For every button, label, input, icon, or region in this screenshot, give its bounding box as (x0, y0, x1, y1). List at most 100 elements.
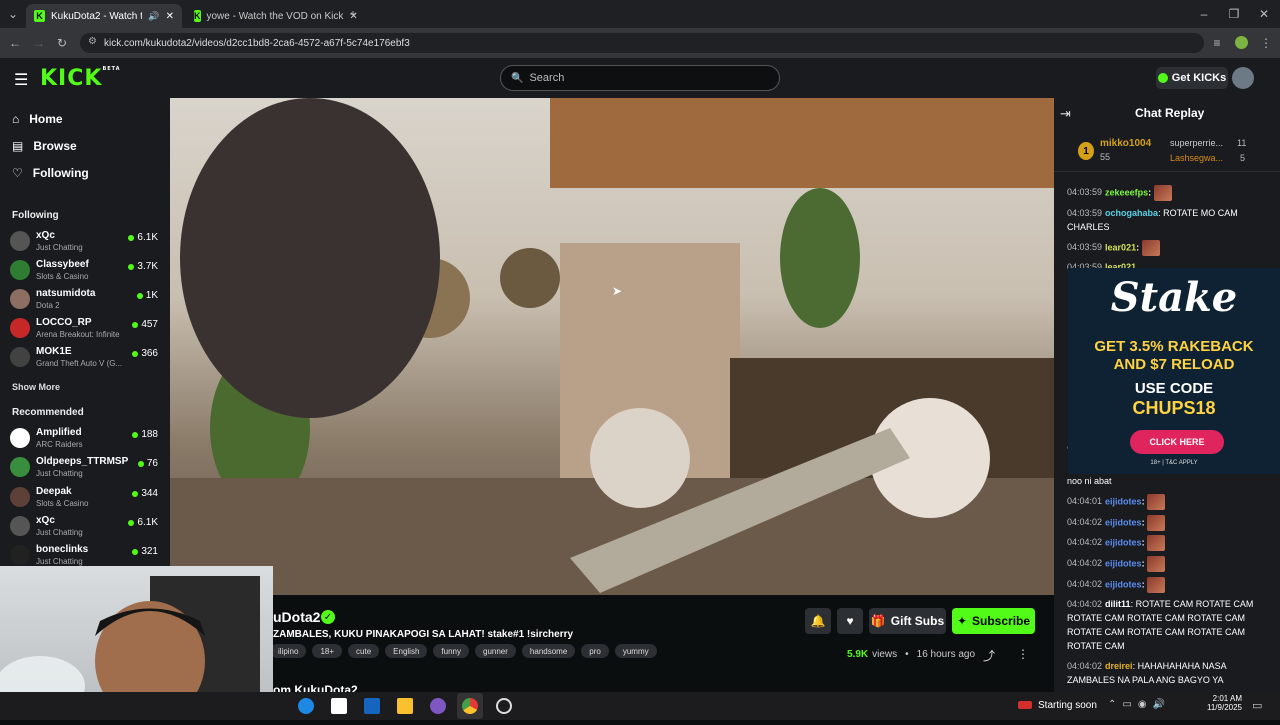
new-tab-icon[interactable]: + (344, 5, 362, 23)
leader-name[interactable]: Lashsegwa... (1170, 153, 1223, 163)
leader-name[interactable]: mikko1004 (1100, 138, 1151, 149)
stake-ad-overlay[interactable]: Stake GET 3.5% RAKEBACK AND $7 RELOAD US… (1068, 268, 1280, 474)
file-explorer-icon[interactable] (397, 698, 413, 714)
chat-message-text: noo ni abat (1067, 476, 1112, 486)
video-player[interactable] (170, 98, 1054, 595)
share-icon[interactable]: ⤴ (983, 647, 995, 664)
following-channel[interactable]: MOK1E Grand Theft Auto V (G... 366 (10, 344, 160, 372)
browser-tab-bar: ⌄ K KukuDota2 - Watch the VOD 🔊 ✕ K yowe… (0, 0, 1280, 28)
tag-pill[interactable]: gunner (475, 644, 516, 658)
recommended-channel[interactable]: Deepak Slots & Casino 344 (10, 484, 160, 512)
chat-message: 04:04:02 eijidotes: (1067, 515, 1267, 531)
reload-icon[interactable]: ↻ (53, 34, 71, 52)
avatar (10, 318, 30, 338)
user-avatar[interactable] (1232, 67, 1254, 89)
audio-icon[interactable]: 🔊 (148, 11, 159, 22)
menu-kebab-icon[interactable]: ⋮ (1257, 34, 1275, 52)
avatar (10, 231, 30, 251)
nav-following[interactable]: ♡ Following (12, 166, 89, 180)
more-options-icon[interactable]: ⋮ (1017, 647, 1029, 661)
site-info-icon[interactable]: ⚙ (88, 36, 97, 47)
gift-subs-button[interactable]: 🎁 Gift Subs (869, 608, 946, 634)
tag-pill[interactable]: handsome (521, 644, 576, 658)
get-kicks-button[interactable]: Get KICKs (1156, 67, 1228, 89)
avatar (10, 545, 30, 565)
mail-icon[interactable] (364, 698, 380, 714)
notification-icon[interactable]: ▭ (1252, 699, 1262, 712)
tab-kukudota2[interactable]: K KukuDota2 - Watch the VOD 🔊 ✕ (26, 4, 182, 28)
mouse-cursor-icon: ➤ (612, 284, 623, 298)
leader-count: 55 (1100, 152, 1111, 162)
heart-icon: ♥ (846, 614, 854, 628)
url-field[interactable]: ⚙ kick.com/kukudota2/videos/d2cc1bd8-2ca… (80, 33, 1204, 53)
nav-home[interactable]: ⌂ Home (12, 112, 63, 126)
edge-icon[interactable] (298, 698, 314, 714)
verified-icon: ✓ (321, 610, 335, 624)
avatar (10, 487, 30, 507)
tab-search-icon[interactable]: ⌄ (4, 5, 22, 23)
bell-icon: 🔔 (810, 614, 826, 628)
leader-name[interactable]: superperrie... (1170, 138, 1223, 148)
following-channel[interactable]: natsumidota Dota 2 1K (10, 286, 160, 314)
store-icon[interactable] (331, 698, 347, 714)
extensions-icon[interactable]: ≡ (1208, 34, 1226, 52)
tab-title: KukuDota2 - Watch the VOD (50, 10, 143, 22)
emote-image (1147, 577, 1166, 593)
tag-pill[interactable]: yummy (614, 644, 657, 658)
channel-name[interactable]: uDota2 (273, 609, 320, 625)
gift-icon: 🎁 (870, 614, 886, 628)
tag-pill[interactable]: funny (433, 644, 469, 658)
star-icon: ✦ (956, 614, 968, 628)
following-channel[interactable]: xQc Just Chatting 6.1K (10, 228, 160, 256)
collapse-chat-icon[interactable]: ⇥ (1060, 106, 1071, 122)
tag-pill[interactable]: ilipino (270, 644, 307, 658)
minimize-icon[interactable]: – (1195, 5, 1213, 23)
forward-icon[interactable]: → (30, 34, 48, 52)
window-close-icon[interactable]: ✕ (1255, 5, 1273, 23)
subscribe-button[interactable]: ✦ Subscribe (952, 608, 1035, 634)
recommended-channel[interactable]: Oldpeeps_TTRMSP Just Chatting 76 (10, 454, 160, 482)
kick-favicon-icon: K (34, 10, 45, 22)
clock[interactable]: 2:01 AM 11/9/2025 (1204, 694, 1242, 712)
chat-message: 04:04:02 eijidotes: (1067, 535, 1267, 551)
discord-icon[interactable] (430, 698, 446, 714)
following-heading: Following (12, 210, 59, 221)
search-placeholder: Search (529, 72, 565, 84)
show-more-button[interactable]: Show More (12, 382, 60, 392)
hamburger-menu-icon[interactable]: ☰ (14, 70, 28, 90)
nav-browse[interactable]: ▤ Browse (12, 139, 77, 153)
recommended-heading: Recommended (12, 407, 84, 418)
tag-pill[interactable]: pro (581, 644, 609, 658)
video-title: ZAMBALES, KUKU PINAKAPOGI SA LAHAT! stak… (273, 629, 574, 640)
tag-pill[interactable]: 18+ (312, 644, 343, 658)
search-input[interactable]: 🔍 Search (500, 65, 780, 91)
back-icon[interactable]: ← (6, 34, 24, 52)
chat-message: 04:04:02 dreirei: HAHAHAHAHA NASA ZAMBALE… (1067, 661, 1227, 685)
system-tray-icons[interactable]: ⌃▭◉🔊 (1108, 699, 1171, 710)
kick-favicon-icon: K (194, 10, 201, 22)
profile-icon[interactable] (1235, 36, 1248, 49)
chat-title: Chat Replay (1135, 106, 1205, 120)
obs-icon[interactable] (496, 698, 512, 714)
restore-icon[interactable]: ❐ (1225, 5, 1243, 23)
kick-logo[interactable]: KICKBETA (40, 66, 121, 91)
tag-pill[interactable]: English (385, 644, 428, 658)
avatar (10, 260, 30, 280)
follow-heart-button[interactable]: ♥ (837, 608, 863, 634)
following-channel[interactable]: LOCCO_RP Arena Breakout: Infinite 457 (10, 315, 160, 343)
following-channel[interactable]: Classybeef Slots & Casino 3.7K (10, 257, 160, 285)
tab-yowe[interactable]: K yowe - Watch the VOD on Kick ✕ (186, 4, 358, 28)
recommended-channel[interactable]: xQc Just Chatting 6.1K (10, 513, 160, 541)
avatar (10, 347, 30, 367)
ad-click-here-button[interactable]: CLICK HERE (1130, 430, 1224, 454)
chat-message: 04:04:02 eijidotes: (1067, 577, 1267, 593)
chat-message: 04:04:02 dilit11: ROTATE CAM ROTATE CAM R… (1067, 599, 1254, 651)
emote-image (1147, 556, 1166, 572)
heart-icon: ♡ (12, 166, 23, 180)
notification-bell-button[interactable]: 🔔 (805, 608, 831, 634)
close-icon[interactable]: ✕ (166, 11, 174, 22)
chrome-taskbar-button[interactable] (457, 693, 483, 719)
tab-title: yowe - Watch the VOD on Kick (206, 10, 344, 22)
tag-pill[interactable]: cute (348, 644, 380, 658)
recommended-channel[interactable]: Amplified ARC Raiders 188 (10, 425, 160, 453)
